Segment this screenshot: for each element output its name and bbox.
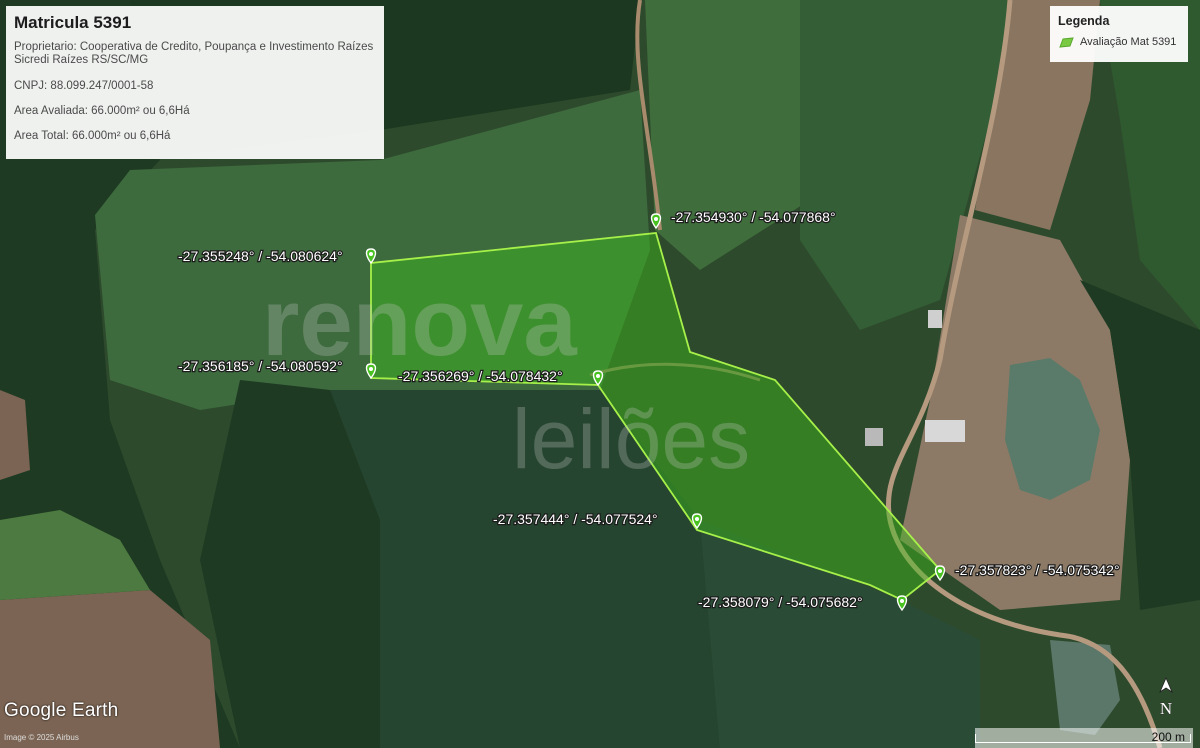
north-label: N — [1160, 699, 1172, 718]
polygon-swatch-icon — [1059, 36, 1074, 48]
property-info-panel: Matricula 5391 Proprietario: Cooperativa… — [6, 6, 384, 159]
farm-shed — [928, 310, 942, 328]
legend-title: Legenda — [1058, 14, 1110, 28]
marker-6-label: -27.357823° / -54.075342° — [955, 562, 1120, 578]
marker-7-label: -27.358079° / -54.075682° — [698, 594, 863, 610]
pin-center — [369, 367, 373, 371]
pin-center — [938, 569, 942, 573]
pin-center — [596, 374, 600, 378]
legend-item[interactable]: Avaliação Mat 5391 — [1058, 36, 1180, 48]
scale-label: 200 m — [1151, 730, 1185, 744]
farm-building — [925, 420, 965, 442]
marker-1-label: -27.355248° / -54.080624° — [178, 248, 343, 264]
cnpj-text: CNPJ: 88.099.247/0001-58 — [14, 80, 154, 92]
google-earth-logo: Google Earth — [4, 700, 119, 721]
property-title: Matricula 5391 — [14, 13, 132, 32]
owner-text: Proprietario: Cooperativa de Credito, Po… — [14, 41, 374, 66]
marker-2-label: -27.354930° / -54.077868° — [671, 209, 836, 225]
farm-building-small — [865, 428, 883, 446]
north-arrow-icon[interactable]: N — [1156, 676, 1176, 720]
area-total-text: Area Total: 66.000m² ou 6,6Há — [14, 130, 171, 142]
pin-center — [654, 217, 658, 221]
legend-item-label: Avaliação Mat 5391 — [1080, 36, 1177, 48]
imagery-copyright: Image © 2025 Airbus — [4, 733, 79, 742]
marker-5-label: -27.357444° / -54.077524° — [493, 511, 658, 527]
legend-panel: Legenda Avaliação Mat 5391 — [1050, 6, 1188, 62]
pin-center — [695, 517, 699, 521]
scale-bar: 200 m — [975, 728, 1193, 748]
area-evaluated-text: Area Avaliada: 66.000m² ou 6,6Há — [14, 105, 190, 117]
watermark-leiloes: leilões — [512, 392, 750, 486]
marker-3-label: -27.356185° / -54.080592° — [178, 358, 343, 374]
marker-4-label: -27.356269° / -54.078432° — [398, 368, 563, 384]
pin-center — [900, 599, 904, 603]
pin-center — [369, 252, 373, 256]
